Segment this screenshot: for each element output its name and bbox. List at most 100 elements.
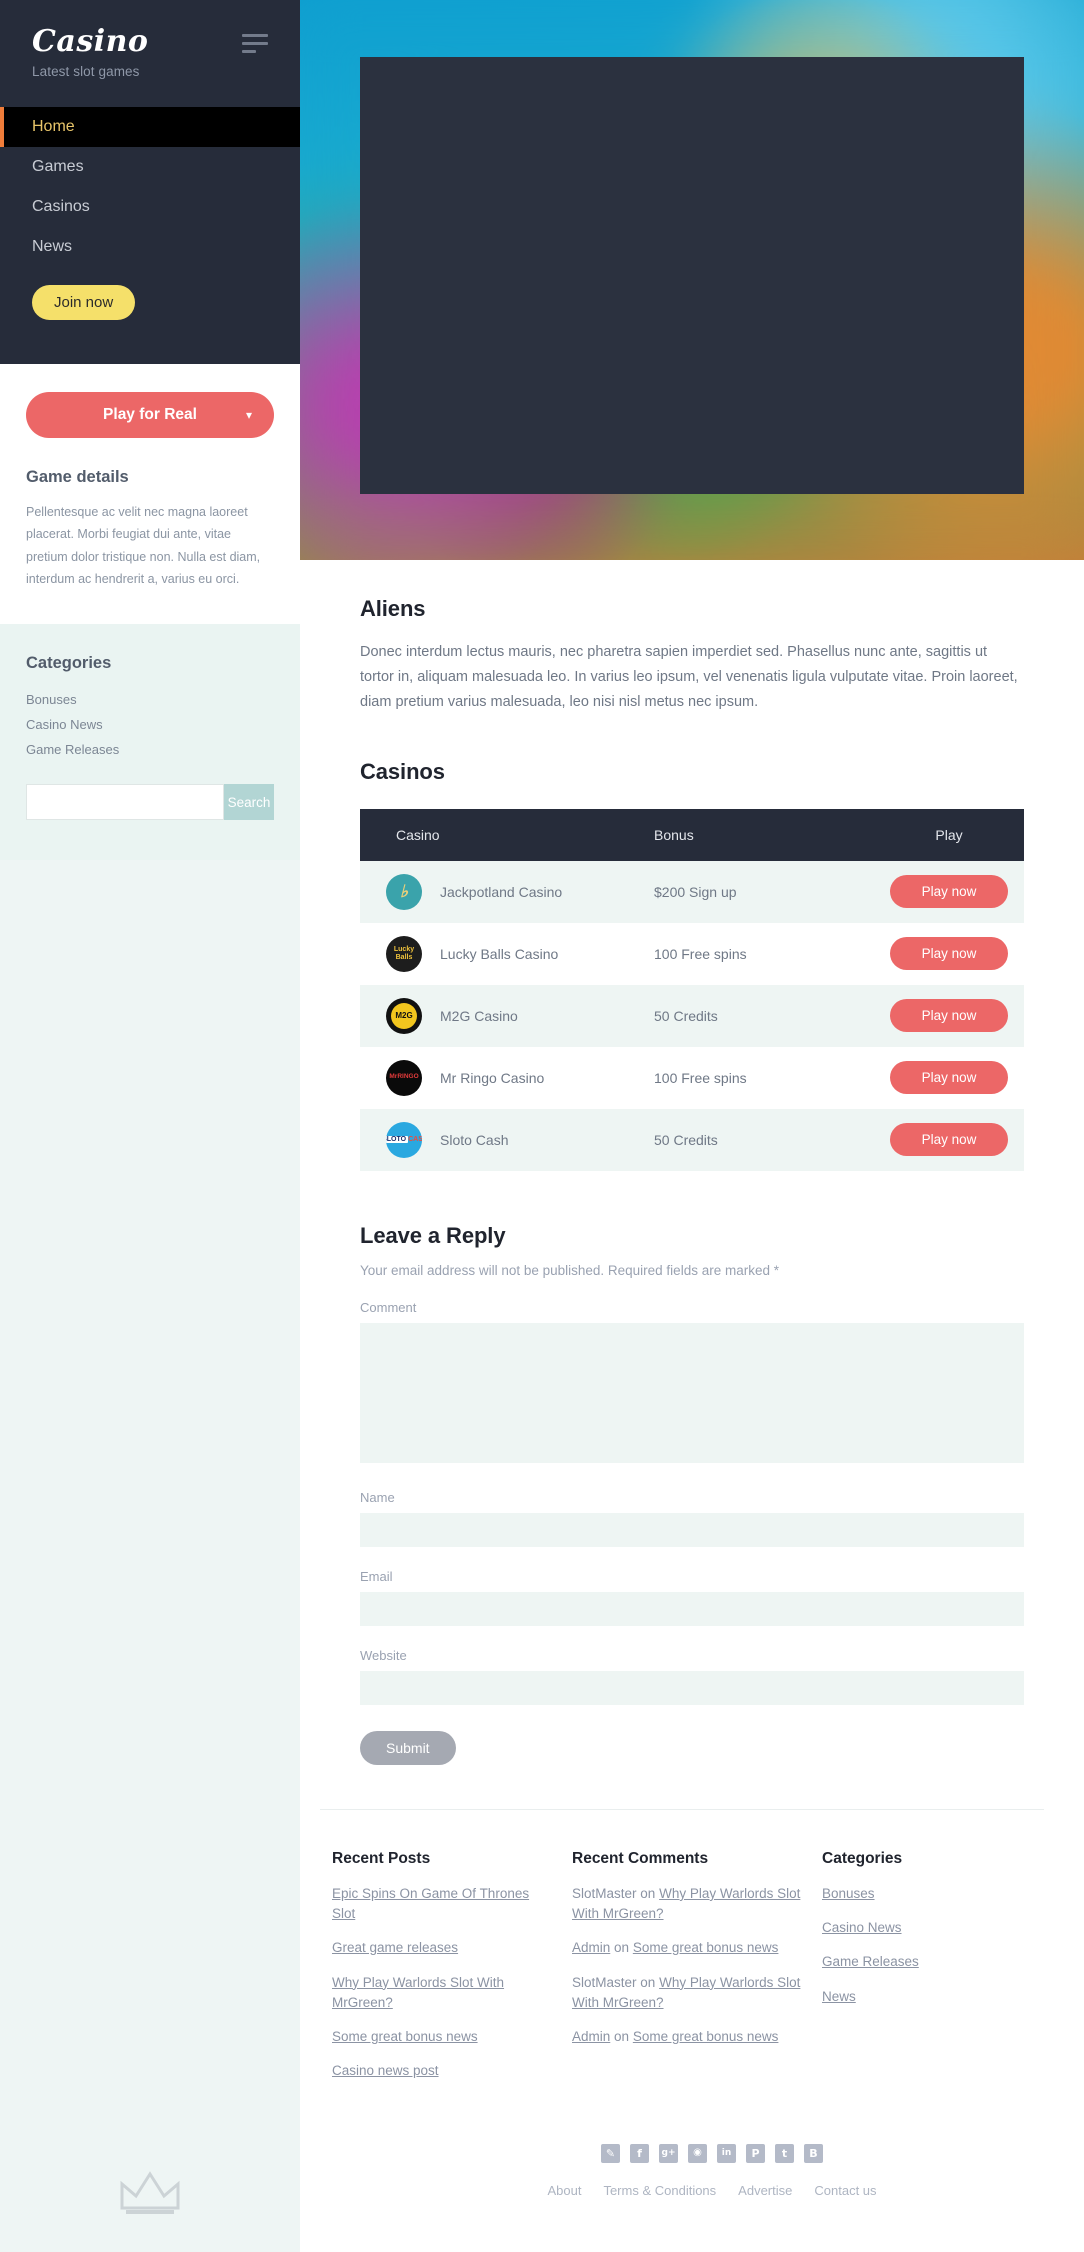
facebook-icon[interactable]: f <box>630 2143 649 2163</box>
jackpotland-logo: ♭ <box>386 873 422 910</box>
recent-post-link[interactable]: Casino news post <box>332 2061 554 2081</box>
hamburger-line <box>242 42 268 45</box>
sidebar-category-game-releases[interactable]: Game Releases <box>26 737 274 762</box>
email-label: Email <box>360 1568 393 1584</box>
comment-textarea[interactable] <box>360 1322 1024 1463</box>
article-area: Aliens Donec interdum lectus mauris, nec… <box>300 560 1084 1765</box>
article-text: Donec interdum lectus mauris, nec pharet… <box>360 644 1018 710</box>
footer-category-bonuses[interactable]: Bonuses <box>822 1884 1006 1904</box>
comment-on: on <box>640 1974 656 1990</box>
cell-play: Play now <box>874 985 1024 1047</box>
linkedin-icon[interactable]: in <box>717 2143 736 2163</box>
sidebar-item-home[interactable]: Home <box>0 107 300 147</box>
footer-recent-comments: Recent Comments SlotMaster on Why Play W… <box>572 1850 822 2096</box>
footer-link-terms[interactable]: Terms & Conditions <box>603 2183 716 2198</box>
footer-categories: Categories Bonuses Casino News Game Rele… <box>822 1850 1024 2096</box>
crown-icon <box>120 2171 180 2214</box>
footer-link-about[interactable]: About <box>547 2183 581 2198</box>
column-header-casino: Casino <box>360 808 654 861</box>
m2g-logo: M2G <box>386 997 422 1034</box>
sidebar-category-list: Bonuses Casino News Game Releases <box>26 687 274 762</box>
hamburger-line <box>242 50 256 53</box>
page-root: Casino Latest slot games Home Games Casi… <box>0 0 1084 2252</box>
sidebar-categories-panel: Categories Bonuses Casino News Game Rele… <box>0 624 300 860</box>
google-plus-icon[interactable]: g+ <box>659 2143 678 2163</box>
comment-post-link[interactable]: Some great bonus news <box>633 1940 779 1955</box>
sidebar-item-games[interactable]: Games <box>0 147 300 187</box>
cell-casino: ♭ Jackpotland Casino <box>360 861 654 923</box>
leave-a-reply-section: Leave a Reply Your email address will no… <box>360 1223 1024 1765</box>
footer-link-contact[interactable]: Contact us <box>814 2183 876 2198</box>
cell-play: Play now <box>874 923 1024 985</box>
website-input[interactable] <box>360 1670 1024 1705</box>
casinos-table: Casino Bonus Play ♭ Jackpotland Casino $… <box>360 808 1024 1171</box>
table-header-row: Casino Bonus Play <box>360 808 1024 861</box>
play-now-button[interactable]: Play now <box>890 1061 1008 1095</box>
search-button[interactable]: Search <box>224 784 274 820</box>
comment-author: SlotMaster <box>572 1885 637 1901</box>
search-input[interactable] <box>26 784 224 820</box>
recent-posts-heading: Recent Posts <box>332 1849 431 1867</box>
cell-bonus: 50 Credits <box>654 1007 718 1024</box>
sidebar-category-casino-news[interactable]: Casino News <box>26 712 274 737</box>
table-row: SLOTOCASH Sloto Cash 50 Credits Play now <box>360 1108 1024 1171</box>
comment-post-link[interactable]: Some great bonus news <box>633 2029 779 2044</box>
casino-name: Jackpotland Casino <box>440 883 563 900</box>
footer-categories-heading: Categories <box>822 1849 903 1867</box>
sidebar-category-bonuses[interactable]: Bonuses <box>26 687 274 712</box>
name-input[interactable] <box>360 1512 1024 1547</box>
comment-author-link[interactable]: Admin <box>572 2029 610 2044</box>
hamburger-icon[interactable] <box>242 26 268 58</box>
table-row: Lucky Balls Lucky Balls Casino 100 Free s… <box>360 922 1024 985</box>
hamburger-line <box>242 34 268 37</box>
slotocash-logo: SLOTOCASH <box>386 1121 422 1158</box>
recent-post-link[interactable]: Why Play Warlords Slot With MrGreen? <box>332 1973 554 2014</box>
twitter-icon[interactable]: ✎ <box>601 2143 620 2163</box>
column-header-play: Play <box>874 808 1024 861</box>
main-content: Aliens Donec interdum lectus mauris, nec… <box>300 0 1084 2252</box>
column-header-bonus: Bonus <box>654 808 874 861</box>
recent-post-link[interactable]: Great game releases <box>332 1938 554 1958</box>
play-now-button[interactable]: Play now <box>890 999 1008 1033</box>
recent-post-link[interactable]: Epic Spins On Game Of Thrones Slot <box>332 1884 554 1925</box>
casinos-table-head: Casino Bonus Play <box>360 808 1024 861</box>
instagram-icon[interactable]: ◉ <box>688 2143 707 2163</box>
play-now-button[interactable]: Play now <box>890 937 1008 971</box>
comment-author-link[interactable]: Admin <box>572 1940 610 1955</box>
email-input[interactable] <box>360 1591 1024 1626</box>
recent-comment-item: SlotMaster on Why Play Warlords Slot Wit… <box>572 1884 804 1925</box>
table-row: M2G M2G Casino 50 Credits Play now <box>360 984 1024 1047</box>
sidebar-game-panel: Play for Real ▾ Game details Pellentesqu… <box>0 364 300 624</box>
play-now-button[interactable]: Play now <box>890 1123 1008 1157</box>
table-row: ♭ Jackpotland Casino $200 Sign up Play n… <box>360 860 1024 923</box>
sidebar-header: Casino Latest slot games Home Games Casi… <box>0 0 300 364</box>
footer-category-casino-news[interactable]: Casino News <box>822 1918 1006 1938</box>
footer-category-news[interactable]: News <box>822 1987 1006 2007</box>
join-now-button[interactable]: Join now <box>32 285 136 320</box>
website-label: Website <box>360 1647 407 1663</box>
casino-name: Lucky Balls Casino <box>440 945 559 962</box>
footer-link-advertise[interactable]: Advertise <box>738 2183 792 2198</box>
search-row: Search <box>26 784 274 820</box>
social-links: ✎ f g+ ◉ in P t B <box>300 2143 1084 2163</box>
mrringo-logo: MrRINGO <box>386 1059 422 1096</box>
sidebar-item-casinos[interactable]: Casinos <box>0 187 300 227</box>
reply-note: Your email address will not be published… <box>360 1262 779 1278</box>
cell-bonus: $200 Sign up <box>654 883 737 900</box>
recent-post-link[interactable]: Some great bonus news <box>332 2027 554 2047</box>
blogger-icon[interactable]: B <box>804 2143 823 2163</box>
cell-casino: SLOTOCASH Sloto Cash <box>360 1109 654 1171</box>
game-details-text: Pellentesque ac velit nec magna laoreet … <box>26 505 261 586</box>
submit-button[interactable]: Submit <box>360 1730 456 1765</box>
game-frame[interactable] <box>360 57 1024 494</box>
play-now-button[interactable]: Play now <box>890 875 1008 909</box>
comment-author: SlotMaster <box>572 1974 637 1990</box>
cell-play: Play now <box>874 861 1024 923</box>
footer-category-game-releases[interactable]: Game Releases <box>822 1952 1006 1972</box>
tumblr-icon[interactable]: t <box>775 2143 794 2163</box>
play-for-real-button[interactable]: Play for Real ▾ <box>26 392 274 438</box>
sidebar-item-news[interactable]: News <box>0 227 300 267</box>
name-label: Name <box>360 1489 395 1505</box>
casino-name: M2G Casino <box>440 1007 518 1024</box>
pinterest-icon[interactable]: P <box>746 2143 765 2163</box>
